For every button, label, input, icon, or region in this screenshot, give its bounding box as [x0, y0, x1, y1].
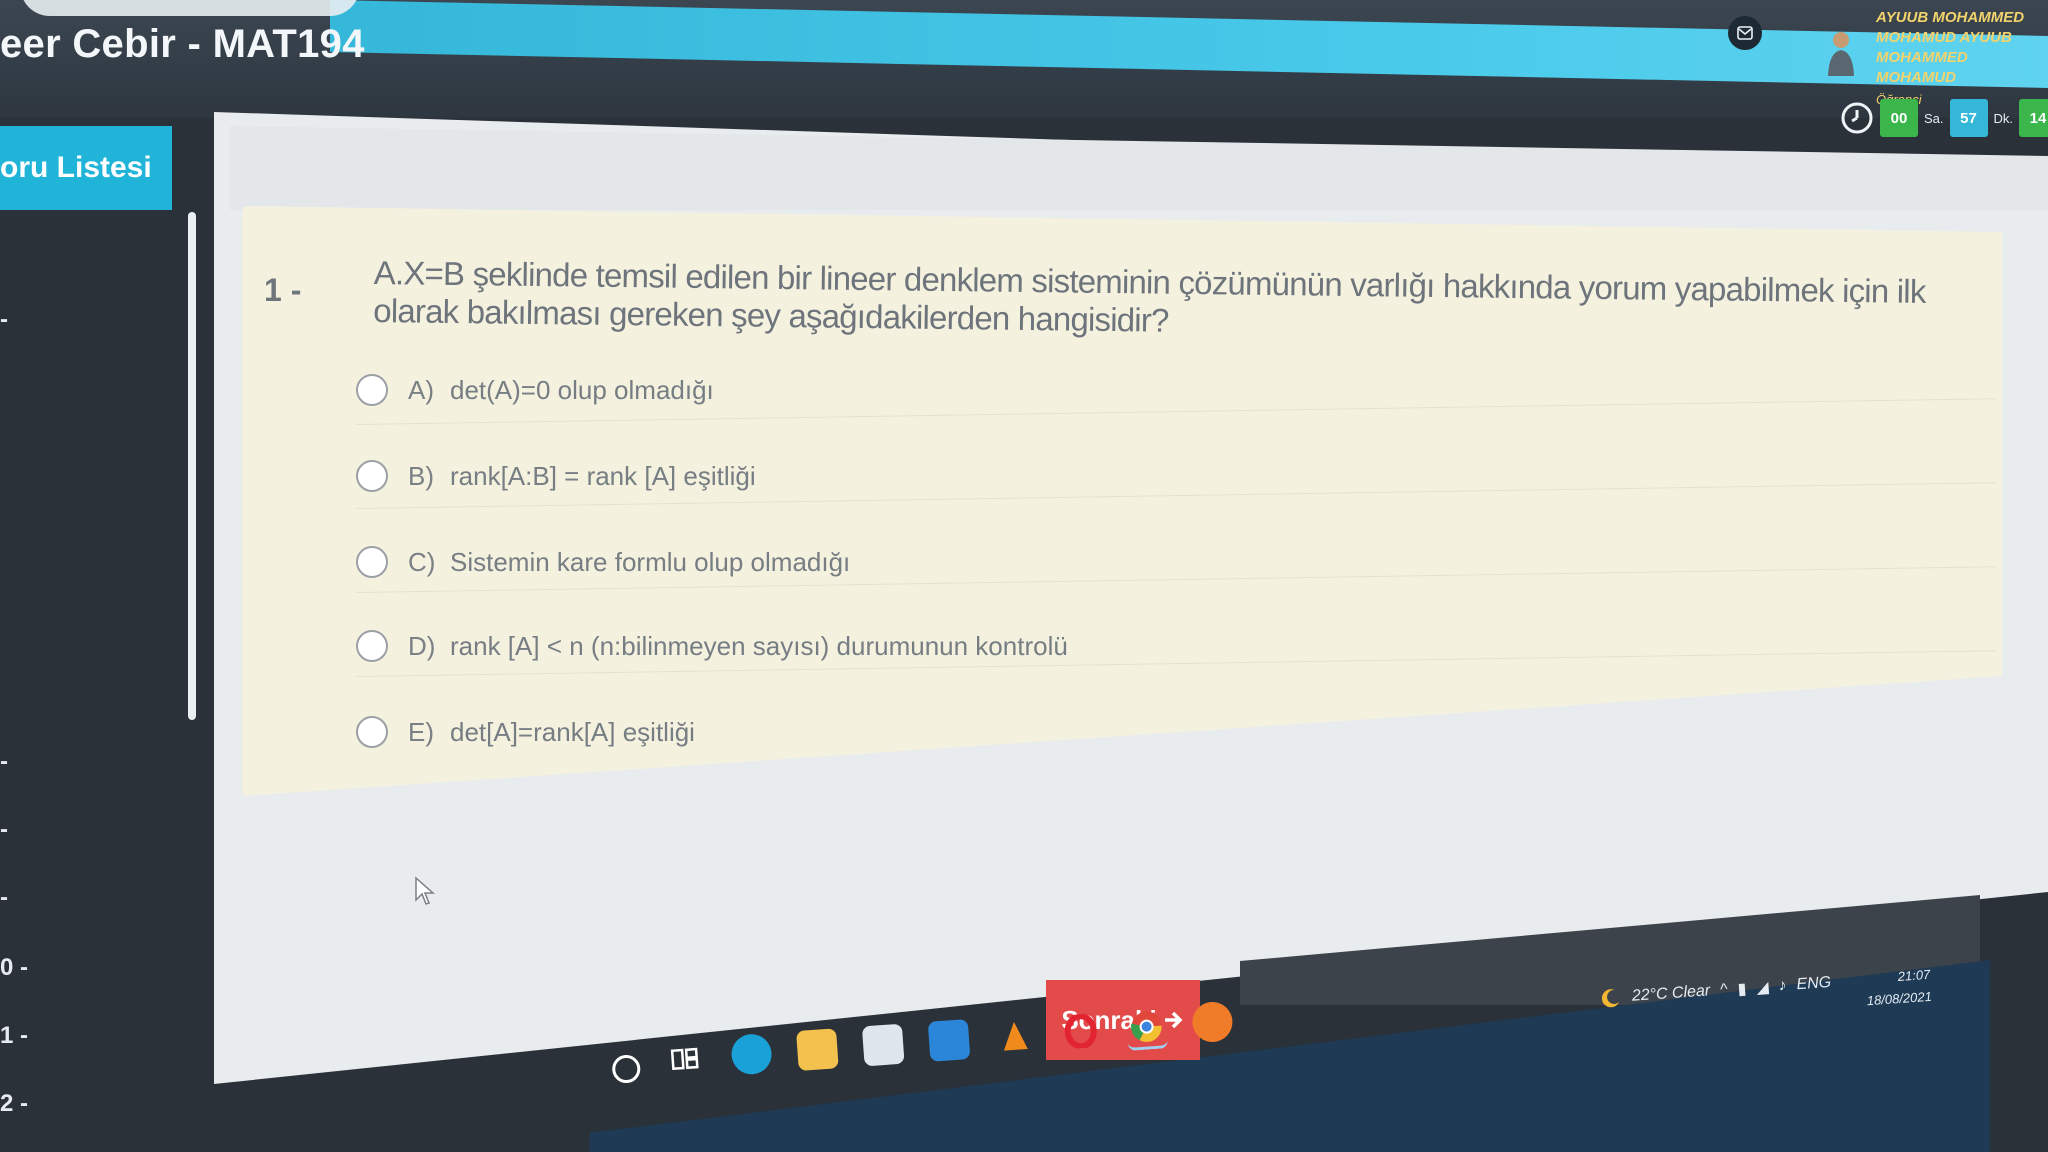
option-text: det(A)=0 olup olmadığı: [450, 374, 714, 405]
option-e[interactable]: E) det[A]=rank[A] eşitliği: [356, 716, 695, 748]
top-header: eer Cebir - MAT194 AYUUB MOHAMMED MOHAMU…: [0, 0, 2048, 118]
user-name-line: MOHAMMED: [1876, 49, 1968, 66]
battery-icon[interactable]: ▮: [1737, 979, 1747, 1000]
option-text: Sistemin kare formlu olup olmadığı: [450, 546, 851, 577]
option-key: E): [408, 716, 434, 747]
option-b-radio[interactable]: [356, 460, 388, 492]
option-key: A): [408, 374, 434, 405]
clock-date: 18/08/2021: [1866, 988, 1933, 1009]
question-number: 1 -: [264, 272, 302, 308]
mail-button[interactable]: [1728, 16, 1762, 50]
volume-icon[interactable]: ♪: [1778, 977, 1787, 996]
option-key: D): [408, 630, 436, 661]
sidebar-item-12[interactable]: 2 -: [0, 1090, 28, 1118]
exam-timer: 00 Sa. 57 Dk. 14: [1840, 98, 2048, 138]
mail-icon: [1737, 26, 1753, 40]
course-title: eer Cebir - MAT194: [0, 22, 365, 66]
option-b[interactable]: B) rank[A:B] = rank [A] eşitliği: [356, 460, 756, 492]
panel-top-bar: [230, 126, 2048, 210]
option-e-radio[interactable]: [356, 716, 388, 748]
clock-icon: [1841, 102, 1873, 134]
app-icon[interactable]: [1191, 1000, 1234, 1044]
sidebar-item[interactable]: -: [0, 306, 8, 334]
mouse-cursor-icon: [415, 876, 435, 905]
option-c[interactable]: C) Sistemin kare formlu olup olmadığı: [356, 546, 850, 578]
sidebar-item[interactable]: -: [0, 748, 8, 776]
sidebar-scrollbar[interactable]: [188, 212, 196, 720]
user-name-line: MOHAMUD: [1876, 69, 1956, 86]
logo: [20, 0, 360, 16]
option-a-radio[interactable]: [356, 374, 388, 406]
option-key: B): [408, 460, 434, 491]
option-text: rank[A:B] = rank [A] eşitliği: [450, 460, 756, 491]
option-c-radio[interactable]: [356, 546, 388, 578]
chrome-icon[interactable]: [1125, 1005, 1169, 1051]
network-icon[interactable]: ◢: [1756, 977, 1770, 998]
taskbar-clock[interactable]: 21:07 18/08/2021: [1865, 964, 1933, 1012]
vlc-icon[interactable]: [994, 1014, 1037, 1057]
opera-icon[interactable]: [1059, 1010, 1102, 1053]
user-name-line: AYUUB MOHAMMED: [1876, 9, 2025, 26]
option-d[interactable]: D) rank [A] < n (n:bilinmeyen sayısı) du…: [356, 630, 1068, 662]
timer-hours: 00: [1880, 99, 1918, 137]
header-accent-bar: [330, 0, 2048, 88]
user-name-line: MOHAMUD AYUUB: [1876, 29, 2012, 46]
timer-minutes: 57: [1949, 99, 1988, 137]
question-sidebar: [0, 118, 190, 1152]
search-icon[interactable]: [611, 1054, 642, 1084]
sidebar-item[interactable]: -: [0, 884, 8, 912]
moon-weather-icon: [1601, 989, 1620, 1008]
timer-minutes-unit: Dk.: [1993, 110, 2014, 126]
option-a[interactable]: A) det(A)=0 olup olmadığı: [356, 374, 714, 406]
sidebar-item[interactable]: -: [0, 816, 8, 844]
store-icon[interactable]: [861, 1023, 905, 1067]
weather-text[interactable]: 22°C Clear: [1631, 982, 1711, 1005]
task-view-icon[interactable]: [664, 1037, 707, 1080]
timer-seconds: 14: [2019, 99, 2048, 137]
sidebar-item-11[interactable]: 1 -: [0, 1022, 28, 1050]
language-indicator[interactable]: ENG: [1796, 974, 1832, 994]
user-name: AYUUB MOHAMMED MOHAMUD AYUUB MOHAMMED MO…: [1876, 8, 2048, 88]
file-explorer-icon[interactable]: [796, 1028, 839, 1071]
option-key: C): [408, 546, 436, 577]
sidebar-item-10[interactable]: 0 -: [0, 954, 28, 982]
mail-app-icon[interactable]: [927, 1019, 971, 1062]
option-text: det[A]=rank[A] eşitliği: [450, 716, 695, 747]
edge-icon[interactable]: [730, 1032, 773, 1076]
option-d-radio[interactable]: [356, 630, 388, 662]
user-avatar-icon[interactable]: [1826, 30, 1856, 76]
option-text: rank [A] < n (n:bilinmeyen sayısı) durum…: [450, 630, 1068, 661]
chevron-up-icon[interactable]: ^: [1720, 981, 1729, 999]
question-list-button[interactable]: oru Listesi: [0, 126, 172, 210]
timer-hours-unit: Sa.: [1924, 110, 1944, 126]
